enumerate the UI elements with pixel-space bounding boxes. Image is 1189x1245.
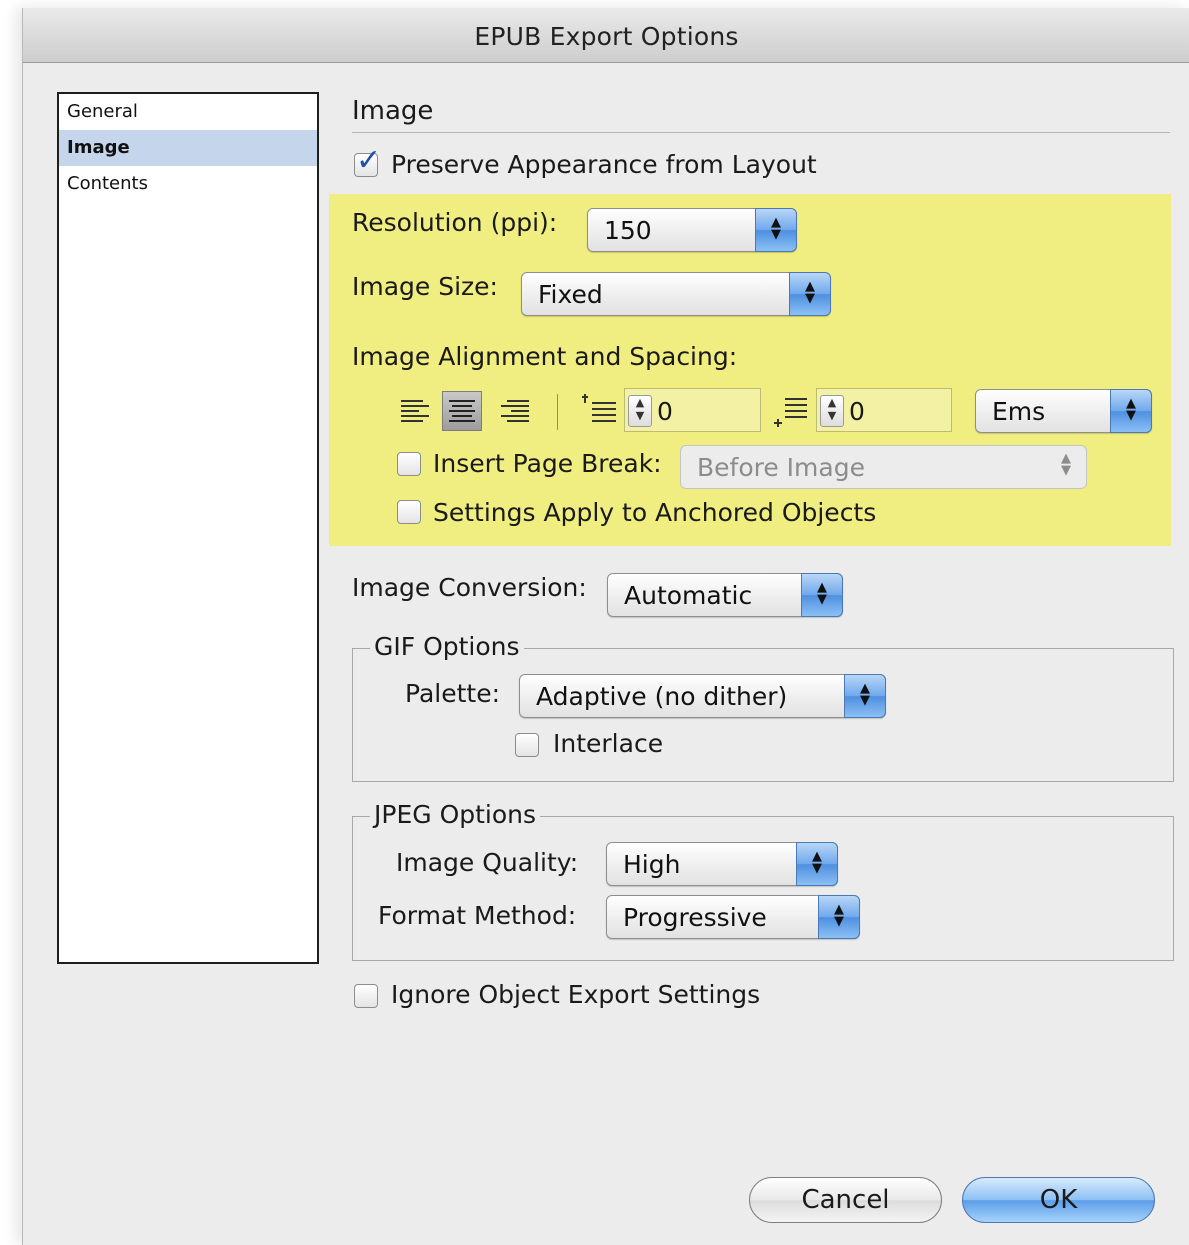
insert-page-break-checkbox[interactable] <box>397 452 421 476</box>
popup-arrows-icon: ▲ ▼ <box>755 208 797 252</box>
popup-arrows-icon: ▲ ▼ <box>818 895 860 939</box>
ok-button[interactable]: OK <box>962 1177 1155 1223</box>
anchored-objects-label: Settings Apply to Anchored Objects <box>433 498 877 527</box>
resolution-label: Resolution (ppi): <box>352 208 558 237</box>
space-after-field[interactable]: ▲ ▼ 0 <box>816 388 952 432</box>
format-method-value: Progressive <box>623 903 767 932</box>
image-quality-popup[interactable]: High ▲ ▼ <box>606 842 838 886</box>
popup-arrows-icon: ▲ ▼ <box>796 842 838 886</box>
jpeg-options-title: JPEG Options <box>370 800 541 829</box>
palette-popup[interactable]: Adaptive (no dither) ▲ ▼ <box>519 674 886 718</box>
popup-arrows-icon: ▲ ▼ <box>801 573 843 617</box>
image-quality-value: High <box>623 850 681 879</box>
popup-arrows-icon: ▲ ▼ <box>789 272 831 316</box>
interlace-label: Interlace <box>553 729 664 758</box>
jpeg-options-group <box>352 816 1174 961</box>
conversion-label: Image Conversion: <box>352 573 587 602</box>
format-method-popup[interactable]: Progressive ▲ ▼ <box>606 895 860 939</box>
dialog-window: EPUB Export Options General Image Conten… <box>22 8 1189 1245</box>
gif-options-title: GIF Options <box>370 632 524 661</box>
units-popup[interactable]: Ems ▲ ▼ <box>975 389 1152 433</box>
checkmark-icon: ✓ <box>356 143 382 178</box>
image-size-value: Fixed <box>538 280 603 309</box>
image-size-popup[interactable]: Fixed ▲ ▼ <box>521 272 831 316</box>
sidebar-item-general[interactable]: General <box>59 94 317 130</box>
popup-arrows-icon: ▲ ▼ <box>1061 451 1071 478</box>
align-left-icon <box>401 400 429 422</box>
stepper-icon[interactable]: ▲ ▼ <box>628 395 652 427</box>
space-before-field[interactable]: ▲ ▼ 0 <box>624 388 761 432</box>
preserve-appearance-label: Preserve Appearance from Layout <box>391 150 817 179</box>
insert-page-break-label: Insert Page Break: <box>433 449 662 478</box>
section-divider <box>352 132 1170 133</box>
palette-value: Adaptive (no dither) <box>536 682 788 711</box>
page-break-popup[interactable]: Before Image ▲ ▼ <box>680 445 1087 489</box>
page-break-value: Before Image <box>697 453 865 482</box>
popup-arrows-icon: ▲ ▼ <box>844 674 886 718</box>
align-center-icon <box>449 400 475 422</box>
align-right-icon <box>501 400 529 422</box>
align-center-button[interactable] <box>442 391 482 431</box>
category-list: General Image Contents <box>57 92 319 964</box>
space-after-icon <box>774 398 807 427</box>
sidebar-item-image[interactable]: Image <box>59 130 317 166</box>
window-title: EPUB Export Options <box>474 22 739 51</box>
palette-label: Palette: <box>405 679 501 708</box>
resolution-value: 150 <box>604 216 652 245</box>
format-method-label: Format Method: <box>378 901 577 930</box>
title-bar[interactable]: EPUB Export Options <box>23 8 1189 63</box>
align-right-button[interactable] <box>495 391 535 431</box>
stepper-icon[interactable]: ▲ ▼ <box>820 395 844 427</box>
interlace-checkbox[interactable] <box>515 733 539 757</box>
preserve-appearance-checkbox[interactable]: ✓ <box>354 146 381 177</box>
resolution-popup[interactable]: 150 ▲ ▼ <box>587 208 797 252</box>
cancel-button[interactable]: Cancel <box>749 1177 942 1223</box>
units-value: Ems <box>992 397 1046 426</box>
alignment-label: Image Alignment and Spacing: <box>352 342 738 371</box>
space-after-value: 0 <box>849 397 865 426</box>
space-before-icon <box>582 394 616 422</box>
align-left-button[interactable] <box>395 391 435 431</box>
image-quality-label: Image Quality: <box>396 848 579 877</box>
image-size-label: Image Size: <box>352 272 498 301</box>
sidebar-item-contents[interactable]: Contents <box>59 166 317 202</box>
popup-arrows-icon: ▲ ▼ <box>1110 389 1152 433</box>
conversion-popup[interactable]: Automatic ▲ ▼ <box>607 573 843 617</box>
anchored-objects-checkbox[interactable] <box>397 500 421 524</box>
conversion-value: Automatic <box>624 581 753 610</box>
ignore-export-label: Ignore Object Export Settings <box>391 980 761 1009</box>
toolbar-separator <box>557 394 558 430</box>
space-before-value: 0 <box>657 397 673 426</box>
section-title: Image <box>352 96 434 126</box>
ignore-export-checkbox[interactable] <box>354 984 378 1008</box>
